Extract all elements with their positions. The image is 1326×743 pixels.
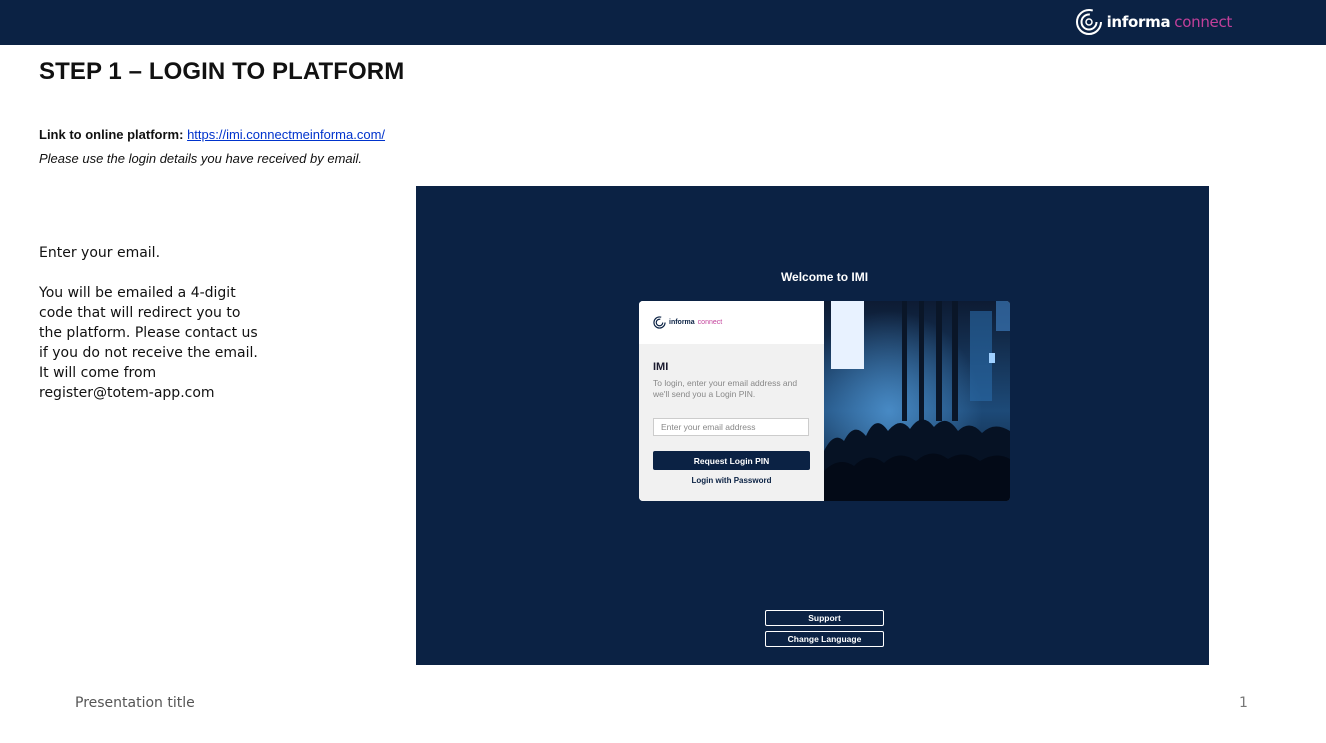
platform-url-link[interactable]: https://imi.connectmeinforma.com/ [187, 127, 385, 142]
concert-crowd-image [824, 301, 1010, 501]
top-bar: informa connect [0, 0, 1326, 45]
brand-word-informa: informa [1106, 13, 1171, 31]
card-heading: IMI [653, 361, 669, 373]
login-with-password-link[interactable]: Login with Password [653, 476, 810, 485]
presentation-title: Presentation title [75, 695, 195, 711]
card-logo-word-connect: connect [697, 319, 723, 326]
support-button[interactable]: Support [765, 610, 884, 626]
brand-logo: informa connect [1075, 7, 1232, 37]
login-screen-screenshot: Welcome to IMI informa connect IMI To log… [416, 186, 1209, 665]
card-logo: informa connect [639, 301, 824, 344]
email-field[interactable] [653, 418, 809, 436]
login-note: Please use the login details you have re… [39, 151, 363, 166]
card-description: To login, enter your email address and w… [653, 378, 798, 399]
instruction-enter-email: Enter your email. [39, 245, 161, 261]
platform-link-line: Link to online platform: https://imi.con… [39, 127, 385, 142]
link-label: Link to online platform: [39, 127, 184, 142]
instruction-code-info: You will be emailed a 4-digit code that … [39, 285, 258, 401]
login-form-panel: informa connect IMI To login, enter your … [639, 301, 824, 501]
informa-connect-swirl-icon [653, 316, 666, 329]
page-number: 1 [1239, 695, 1248, 711]
informa-connect-swirl-icon [1075, 9, 1102, 35]
instructions-text: Enter your email. You will be emailed a … [39, 243, 259, 403]
change-language-button[interactable]: Change Language [765, 631, 884, 647]
page-title: STEP 1 – LOGIN TO PLATFORM [39, 58, 405, 85]
request-login-pin-button[interactable]: Request Login PIN [653, 451, 810, 470]
login-card: informa connect IMI To login, enter your … [639, 301, 1010, 501]
card-logo-word-informa: informa [669, 319, 695, 326]
brand-word-connect: connect [1174, 13, 1232, 31]
welcome-heading: Welcome to IMI [780, 270, 869, 284]
